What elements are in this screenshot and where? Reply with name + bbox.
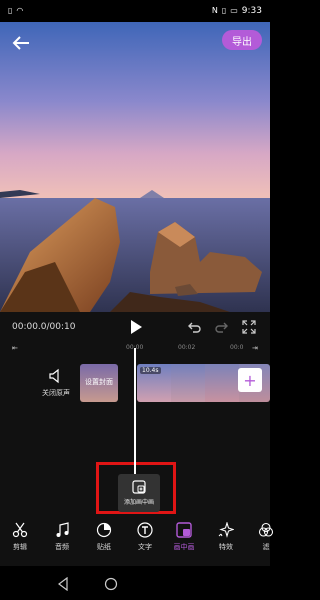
speaker-icon <box>49 368 59 384</box>
text-icon <box>137 522 153 538</box>
export-button[interactable]: 导出 <box>222 30 262 50</box>
tool-filter[interactable]: 滤 <box>248 522 284 552</box>
video-preview[interactable]: 导出 <box>0 22 270 312</box>
battery-icon: ▭ <box>230 6 238 15</box>
undo-icon[interactable] <box>188 320 202 334</box>
tool-label: 音频 <box>55 543 69 551</box>
add-pip-button[interactable]: 添加画中画 <box>118 474 160 512</box>
fullscreen-icon[interactable] <box>242 320 256 334</box>
sticker-icon <box>96 522 112 538</box>
redo-icon[interactable] <box>214 320 228 334</box>
tool-label: 特效 <box>219 543 233 551</box>
add-clip-button[interactable]: + <box>238 368 262 392</box>
mute-original-button[interactable]: 关闭原声 <box>38 368 74 398</box>
wifi-icon: ◠ <box>16 6 24 15</box>
clip-frame <box>205 364 239 402</box>
tool-effects[interactable]: 特效 <box>208 522 244 552</box>
nav-home-icon[interactable] <box>104 577 118 591</box>
preview-image <box>0 22 270 312</box>
tool-sticker[interactable]: 贴纸 <box>86 522 122 552</box>
pip-icon <box>176 522 192 538</box>
tool-label: 剪辑 <box>13 543 27 551</box>
tool-edit[interactable]: 剪辑 <box>2 522 38 552</box>
tool-label: 贴纸 <box>97 543 111 551</box>
scissors-icon <box>12 522 28 538</box>
playback-bar: 00:00.0/00:10 <box>0 312 270 342</box>
tool-audio[interactable]: 音频 <box>44 522 80 552</box>
status-time: 9:33 <box>241 6 262 16</box>
ruler-tick: 00:0 <box>230 344 244 351</box>
ruler-tick: 00:02 <box>178 344 196 351</box>
bottom-toolbar: 剪辑 音频 贴纸 文字 画中画 特效 滤 <box>0 514 274 566</box>
playhead[interactable] <box>134 348 136 474</box>
timecode: 00:00.0/00:10 <box>12 322 76 332</box>
sparkle-icon <box>218 522 234 538</box>
tool-label: 画中画 <box>173 543 195 551</box>
tool-pip[interactable]: 画中画 <box>166 522 202 552</box>
music-note-icon <box>56 522 69 537</box>
nav-back-icon[interactable] <box>56 577 70 591</box>
tool-label: 文字 <box>138 543 152 551</box>
tool-label: 滤 <box>262 543 270 551</box>
cover-label: 设置封面 <box>85 378 113 386</box>
sim-icon: ▯ <box>8 6 13 15</box>
vibrate-icon: ▯ <box>221 6 227 15</box>
set-cover-button[interactable]: 设置封面 <box>80 364 118 402</box>
pip-label: 添加画中画 <box>123 499 154 506</box>
jump-end-icon[interactable]: ⇥ <box>252 344 258 352</box>
clip-frame <box>171 364 205 402</box>
system-nav-bar <box>0 566 270 600</box>
back-arrow-icon[interactable] <box>10 32 32 54</box>
clip-frame: 10.4s <box>137 364 171 402</box>
jump-start-icon[interactable]: ⇤ <box>12 344 18 352</box>
status-bar: ▯ ◠ N ▯ ▭ 9:33 <box>0 0 270 22</box>
mute-label: 关闭原声 <box>42 389 70 397</box>
filter-icon <box>258 522 274 537</box>
play-icon[interactable] <box>128 319 144 335</box>
clip-duration: 10.4s <box>140 367 161 374</box>
add-pip-icon <box>132 480 146 494</box>
tool-text[interactable]: 文字 <box>127 522 163 552</box>
nfc-icon: N <box>211 6 218 15</box>
